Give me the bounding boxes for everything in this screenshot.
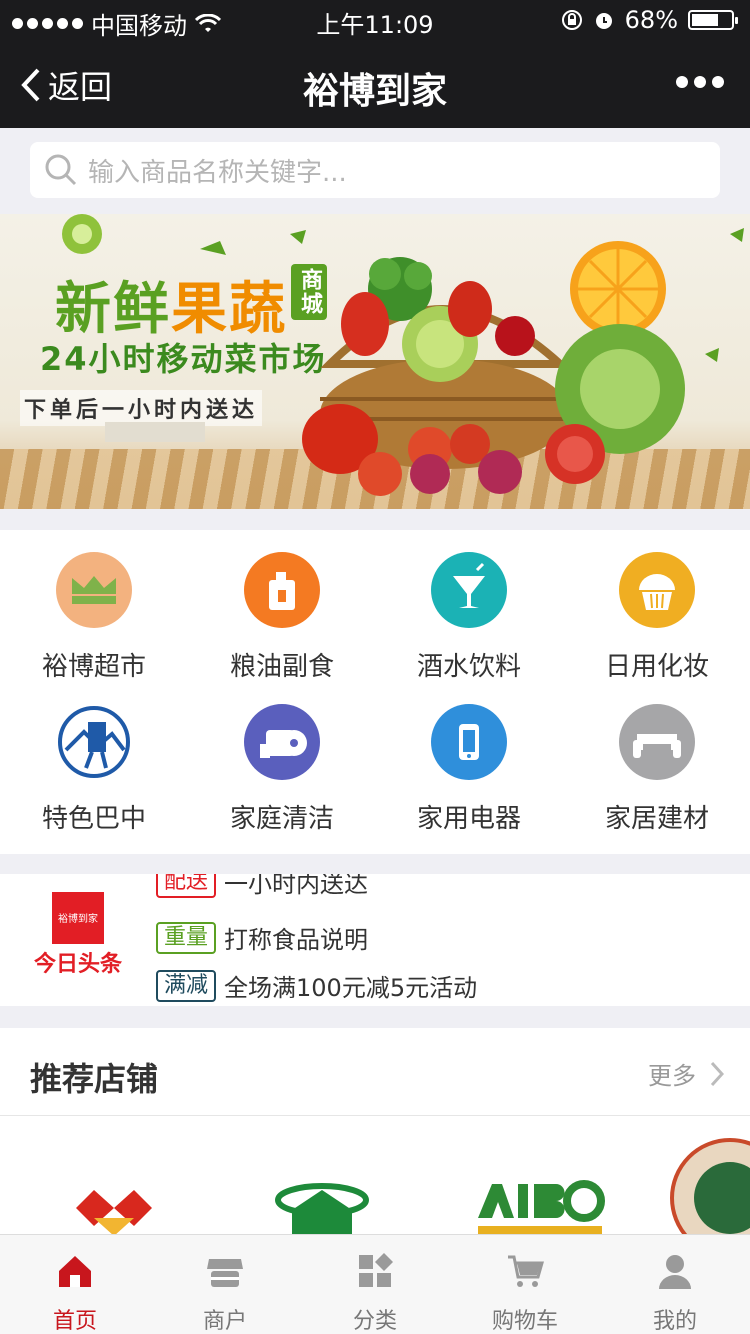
chevron-right-icon [710, 1061, 724, 1086]
category-grid: 裕博超市 粮油副食 酒水饮料 日用化妆特色巴中 家庭清洁 家用电器 家居建材 [0, 530, 750, 854]
store-logo[interactable] [72, 1178, 156, 1238]
rotation-lock-icon [561, 10, 582, 30]
tab-label: 分类 [352, 1309, 397, 1334]
more-link[interactable]: 更多 [648, 1056, 724, 1091]
category-label: 家庭清洁 [229, 804, 334, 834]
category-label: 家用电器 [416, 804, 521, 834]
category-label: 裕博超市 [41, 652, 146, 682]
nav-bar: 返回 裕博到家 [0, 40, 750, 128]
news-item[interactable]: 配送 一小时内送达 [156, 874, 368, 899]
category-item[interactable]: 裕博超市 [0, 552, 188, 683]
tab-cart[interactable]: 购物车 [450, 1235, 600, 1334]
tab-merchants[interactable]: 商户 [150, 1235, 300, 1334]
store-logo[interactable] [272, 1178, 372, 1238]
tab-label: 我的 [652, 1309, 697, 1334]
search-icon [45, 154, 77, 186]
recommended-title: 推荐店铺 [30, 1060, 159, 1098]
user-icon [659, 1255, 691, 1289]
news-text: 一小时内送达 [224, 874, 369, 898]
toutiao-logo: 裕博到家 今日头条 [28, 892, 128, 992]
more-label: 更多 [648, 1062, 696, 1090]
store-icon [207, 1259, 243, 1287]
tab-home[interactable]: 首页 [0, 1235, 150, 1334]
news-tag: 满减 [156, 969, 217, 1002]
news-text: 打称食品说明 [224, 926, 369, 954]
category-item[interactable]: 家用电器 [375, 704, 563, 835]
home-icon [59, 1256, 91, 1287]
news-item[interactable]: 重量 打称食品说明 [156, 920, 368, 955]
cupcake-icon [619, 552, 695, 628]
category-label: 日用化妆 [604, 652, 709, 682]
promo-banner[interactable]: 新鲜果蔬 商城 24小时移动菜市场 下单后一小时内送达 [0, 214, 750, 509]
more-menu-button[interactable] [676, 76, 724, 88]
cocktail-icon [431, 552, 507, 628]
sofa-icon [619, 704, 695, 780]
tissue-roll-icon [244, 704, 320, 780]
category-item[interactable]: 家居建材 [563, 704, 750, 835]
alarm-icon [595, 13, 612, 29]
category-label: 酒水饮料 [416, 652, 521, 682]
search-area: 输入商品名称关键字... [0, 128, 750, 214]
grid-icon [359, 1253, 393, 1287]
category-label: 特色巴中 [41, 804, 146, 834]
news-tag: 重量 [156, 921, 217, 954]
vegetable-basket-image [62, 214, 744, 496]
category-item[interactable]: 家庭清洁 [188, 704, 376, 835]
news-text: 全场满100元减5元活动 [224, 974, 478, 1002]
search-placeholder: 输入商品名称关键字... [88, 157, 347, 188]
top-bar: 中国移动 上午11:09 68% 返回 裕博到家 [0, 0, 750, 128]
logo-box: 裕博到家 [52, 892, 104, 944]
phone-icon [431, 704, 507, 780]
news-item[interactable]: 满减 全场满100元减5元活动 [156, 968, 477, 1003]
category-item[interactable]: 酒水饮料 [375, 552, 563, 683]
oil-bottle-icon [244, 552, 320, 628]
category-item[interactable]: 日用化妆 [563, 552, 750, 683]
search-input[interactable]: 输入商品名称关键字... [30, 142, 720, 198]
porter-icon [56, 704, 132, 780]
page-title: 裕博到家 [302, 71, 447, 112]
logo-text: 今日头条 [33, 952, 122, 977]
battery-icon [688, 10, 738, 30]
tab-bar: 首页 商户 分类 购物车 我的 [0, 1234, 750, 1334]
recommended-header: 推荐店铺 更多 [0, 1028, 750, 1116]
tab-label: 首页 [52, 1309, 97, 1334]
tab-category[interactable]: 分类 [300, 1235, 450, 1334]
category-item[interactable]: 特色巴中 [0, 704, 188, 835]
cart-icon [508, 1255, 544, 1287]
news-tag: 配送 [156, 874, 217, 898]
category-label: 家居建材 [604, 804, 709, 834]
category-item[interactable]: 粮油副食 [188, 552, 376, 683]
status-bar: 中国移动 上午11:09 68% [0, 0, 750, 40]
tab-label: 商户 [202, 1309, 247, 1334]
category-label: 粮油副食 [229, 652, 334, 682]
battery-percent: 68% [624, 6, 678, 34]
crown-icon [56, 552, 132, 628]
tab-label: 购物车 [491, 1309, 558, 1334]
store-logo[interactable] [470, 1178, 610, 1238]
news-ticker[interactable]: 裕博到家 今日头条 配送 一小时内送达 重量 打称食品说明 满减 全场满100元… [0, 874, 750, 1006]
tab-mine[interactable]: 我的 [600, 1235, 750, 1334]
